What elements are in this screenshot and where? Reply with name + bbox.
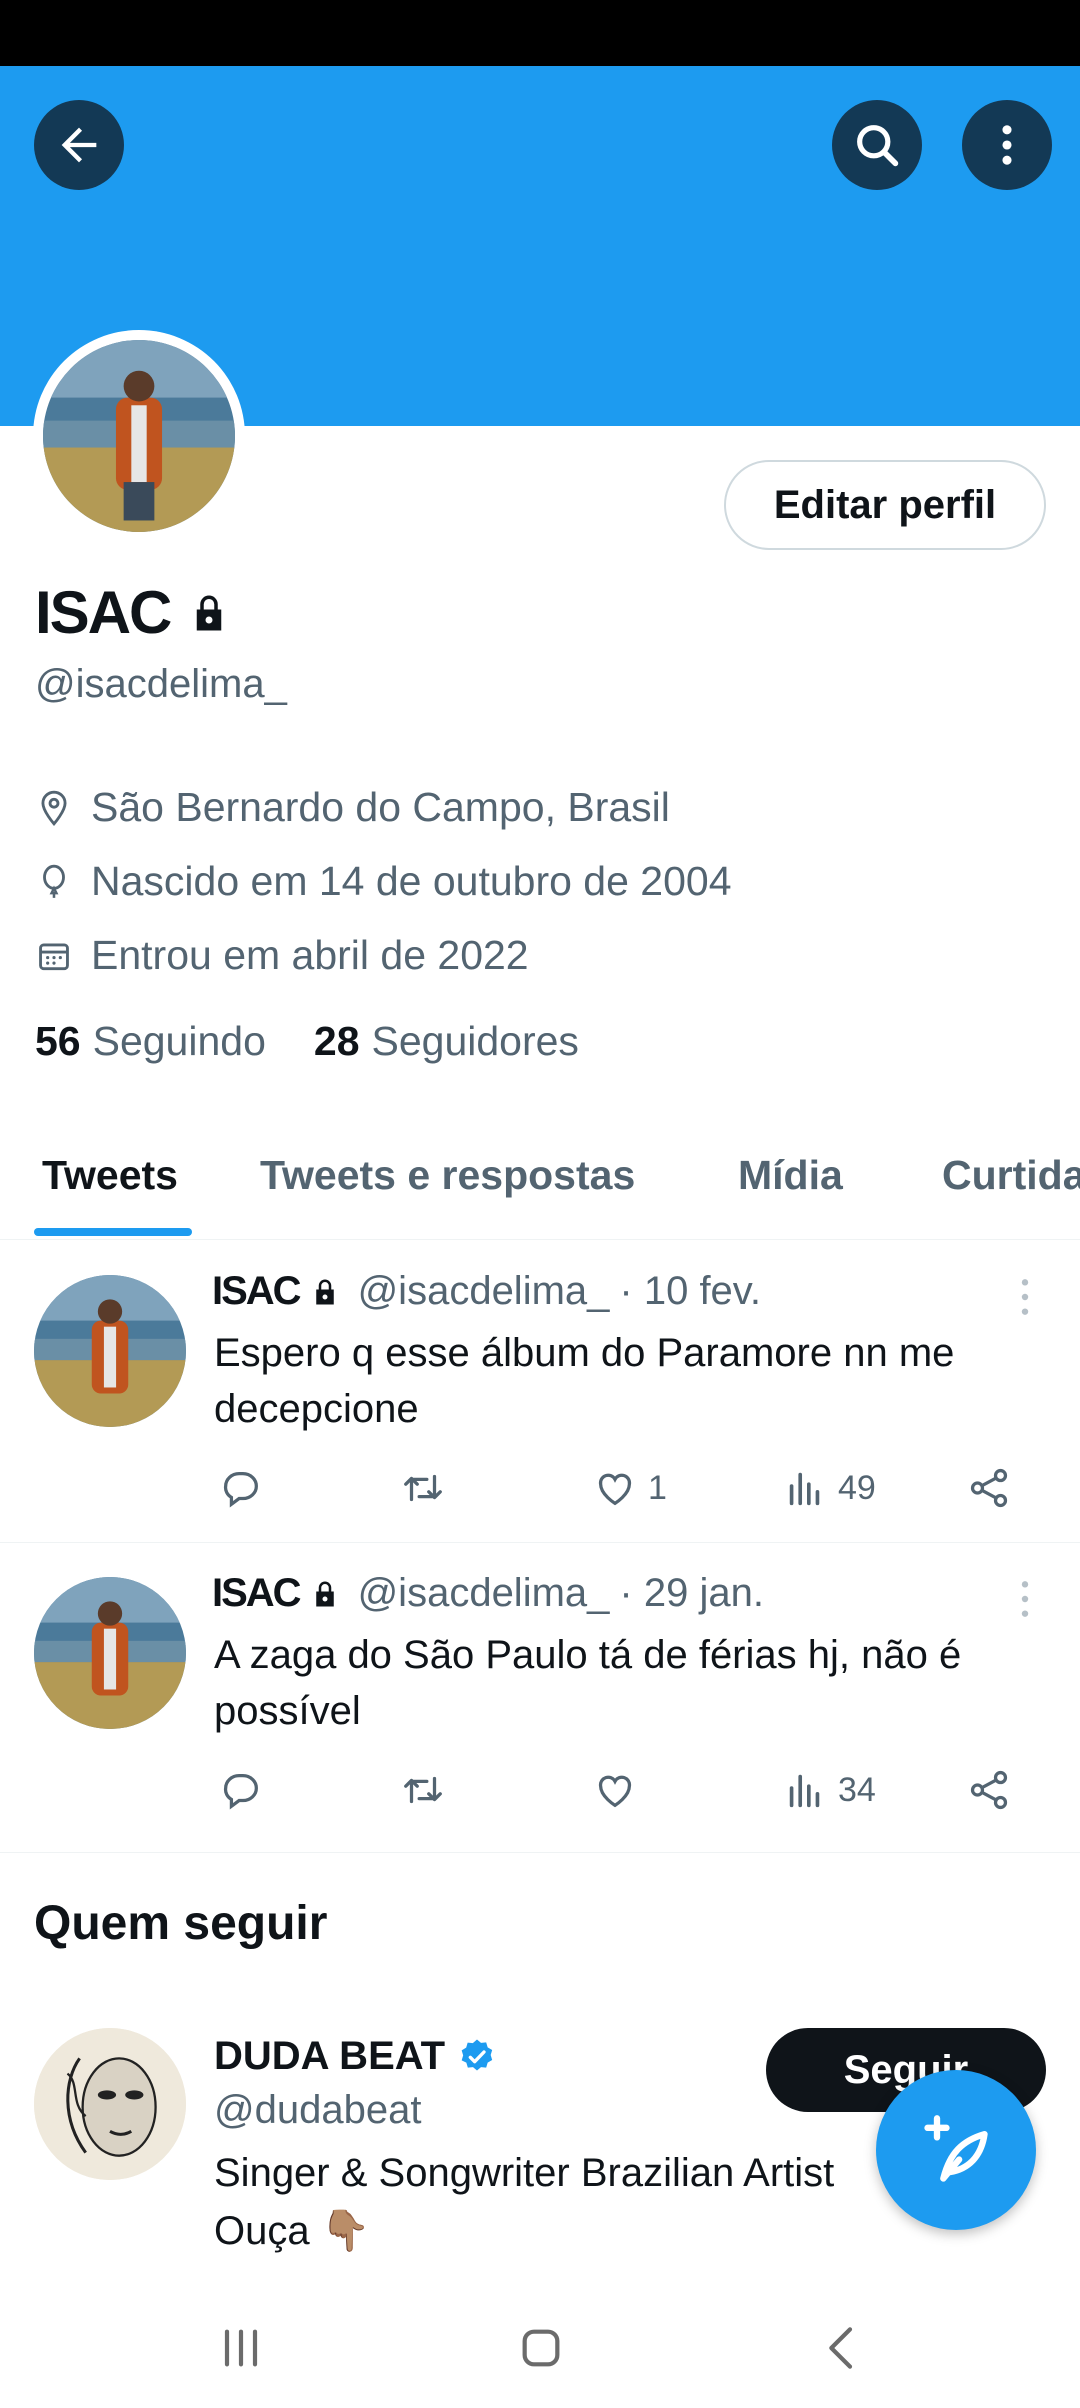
display-name: ISAC (35, 579, 172, 646)
share-button[interactable] (966, 1767, 1012, 1813)
like-button[interactable] (592, 1767, 638, 1813)
tweet-header: ISAC @isacdelima_ · 10 fev. (212, 1269, 761, 1314)
joined-text: Entrou em abril de 2022 (91, 932, 529, 978)
like-count: 1 (648, 1468, 667, 1507)
view-count: 49 (838, 1468, 876, 1507)
profile-tabs: Tweets Tweets e respostas Mídia Curtidas (0, 1140, 1080, 1240)
suggested-user-name: DUDA BEAT (214, 2034, 446, 2078)
birth-row: Nascido em 14 de outubro de 2004 (35, 858, 732, 905)
tweet-more-icon[interactable] (1010, 1277, 1040, 1317)
location-text: São Bernardo do Campo, Brasil (91, 784, 670, 830)
status-bar (0, 0, 1080, 66)
edit-profile-button[interactable]: Editar perfil (724, 460, 1046, 550)
avatar-photo (43, 340, 235, 532)
birth-text: Nascido em 14 de outubro de 2004 (91, 858, 732, 904)
tweet-author-name: ISAC (212, 1269, 302, 1313)
tweet-avatar[interactable] (34, 1577, 186, 1729)
following-count: 56 (35, 1018, 81, 1064)
tab-media[interactable]: Mídia (738, 1152, 843, 1199)
who-to-follow-title: Quem seguir (34, 1897, 328, 1950)
chevron-left-icon (829, 2327, 853, 2369)
tab-tweets[interactable]: Tweets (42, 1152, 178, 1199)
tweet-more-icon[interactable] (1010, 1579, 1040, 1619)
reply-icon (223, 1471, 258, 1508)
reply-icon (223, 1773, 258, 1810)
home-square-icon (522, 2329, 560, 2367)
profile-name-row: ISAC (35, 578, 230, 647)
heart-icon (598, 1473, 632, 1506)
tweet-time: · 29 jan. (619, 1571, 764, 1615)
tweet-text: A zaga do São Paulo tá de férias hj, não… (214, 1633, 962, 1733)
recent-apps-icon (224, 2329, 258, 2367)
tweet-header: ISAC @isacdelima_ · 29 jan. (212, 1571, 764, 1616)
lock-icon (315, 1581, 334, 1606)
heart-icon (598, 1775, 632, 1808)
tweet-author-name: ISAC (212, 1571, 302, 1615)
tweet-author-handle: @isacdelima_ (357, 1571, 610, 1615)
retweet-button[interactable] (400, 1767, 446, 1813)
recent-apps-button[interactable] (206, 2318, 276, 2378)
retweet-button[interactable] (400, 1465, 446, 1511)
compose-tweet-button[interactable] (876, 2070, 1036, 2230)
suggested-user-bio: Singer & Songwriter Brazilian Artist Ouç… (214, 2151, 835, 2253)
following-link[interactable]: 56 Seguindo (35, 1018, 266, 1065)
retweet-icon (404, 1776, 442, 1804)
reply-button[interactable] (218, 1767, 264, 1813)
tweet-avatar[interactable] (34, 1275, 186, 1427)
search-icon (857, 125, 899, 167)
tab-tweets-and-replies[interactable]: Tweets e respostas (260, 1152, 635, 1199)
views-button[interactable]: 34 (782, 1767, 876, 1813)
system-back-button[interactable] (808, 2318, 878, 2378)
share-icon (970, 1468, 1008, 1508)
tweet-item[interactable]: ISAC @isacdelima_ · 29 jan. A zaga do Sã… (0, 1543, 1080, 1853)
avatar-photo (34, 1577, 186, 1729)
joined-row: Entrou em abril de 2022 (35, 932, 529, 979)
avatar-photo (34, 2028, 186, 2180)
views-button[interactable]: 49 (782, 1465, 876, 1511)
followers-count: 28 (313, 1018, 360, 1064)
back-button[interactable] (34, 100, 124, 190)
like-button[interactable]: 1 (592, 1465, 667, 1511)
balloon-icon (43, 864, 65, 898)
view-count: 34 (838, 1770, 876, 1809)
tweet-item[interactable]: ISAC @isacdelima_ · 10 fev. Espero q ess… (0, 1241, 1080, 1543)
home-button[interactable] (506, 2318, 576, 2378)
tweet-time: · 10 fev. (619, 1269, 761, 1313)
arrow-left-icon (61, 127, 97, 163)
suggested-user-handle: @dudabeat (214, 2088, 422, 2132)
share-icon (970, 1770, 1008, 1810)
location-pin-icon (41, 790, 67, 826)
profile-handle: @isacdelima_ (35, 662, 287, 706)
suggested-user-name-row: DUDA BEAT (214, 2034, 497, 2079)
views-chart-icon (789, 1472, 820, 1506)
followers-label: Seguidores (371, 1018, 579, 1064)
followers-link[interactable]: 28 Seguidores (314, 1018, 579, 1065)
follow-stats: 56 Seguindo 28 Seguidores (35, 1018, 579, 1065)
location-row: São Bernardo do Campo, Brasil (35, 784, 670, 831)
lock-icon (315, 1279, 334, 1304)
retweet-icon (404, 1474, 442, 1502)
views-chart-icon (789, 1774, 820, 1808)
tweet-author-handle: @isacdelima_ (357, 1269, 610, 1313)
more-vertical-icon (1002, 125, 1012, 165)
more-options-button[interactable] (962, 100, 1052, 190)
verified-badge-icon (461, 2039, 493, 2070)
search-button[interactable] (832, 100, 922, 190)
active-tab-indicator (34, 1228, 192, 1236)
profile-avatar[interactable] (33, 330, 245, 542)
tweet-text: Espero q esse álbum do Paramore nn me de… (214, 1331, 955, 1431)
tab-likes[interactable]: Curtidas (942, 1152, 1080, 1199)
lock-icon (197, 595, 222, 630)
suggested-user-avatar[interactable] (34, 2028, 186, 2180)
calendar-icon (39, 942, 69, 970)
avatar-photo (34, 1275, 186, 1427)
system-navigation-bar (0, 2280, 1080, 2408)
share-button[interactable] (966, 1465, 1012, 1511)
reply-button[interactable] (218, 1465, 264, 1511)
following-label: Seguindo (92, 1018, 266, 1064)
compose-feather-icon (924, 2115, 988, 2182)
